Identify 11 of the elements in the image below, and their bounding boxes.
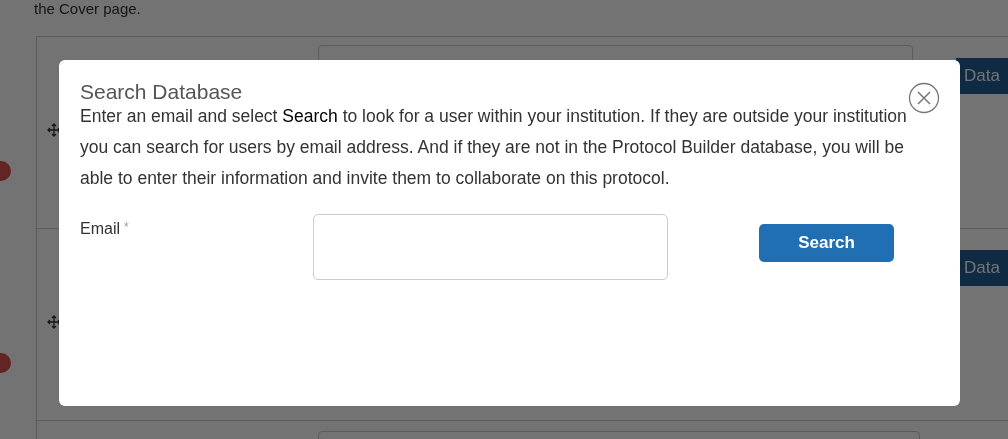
close-icon[interactable] — [908, 82, 940, 114]
dialog-title: Search Database — [80, 80, 243, 104]
description-text: Enter an email and select Search to look for a user within your institution. If they are outside your institution you can search for users by email address. And if they are not in the Protocol Builder database, you will be able to enter their information and invite them to collaborate on this protocol. — [80, 105, 908, 190]
search-button[interactable]: Search — [759, 224, 894, 262]
move-icon[interactable] — [47, 123, 61, 137]
email-label: Email — [80, 220, 120, 238]
intro-text: the Cover page. — [34, 0, 142, 18]
move-icon[interactable] — [47, 315, 61, 329]
required-mark: * — [124, 220, 129, 236]
data-button[interactable]: Data — [956, 58, 1008, 94]
email-field[interactable] — [313, 214, 668, 280]
